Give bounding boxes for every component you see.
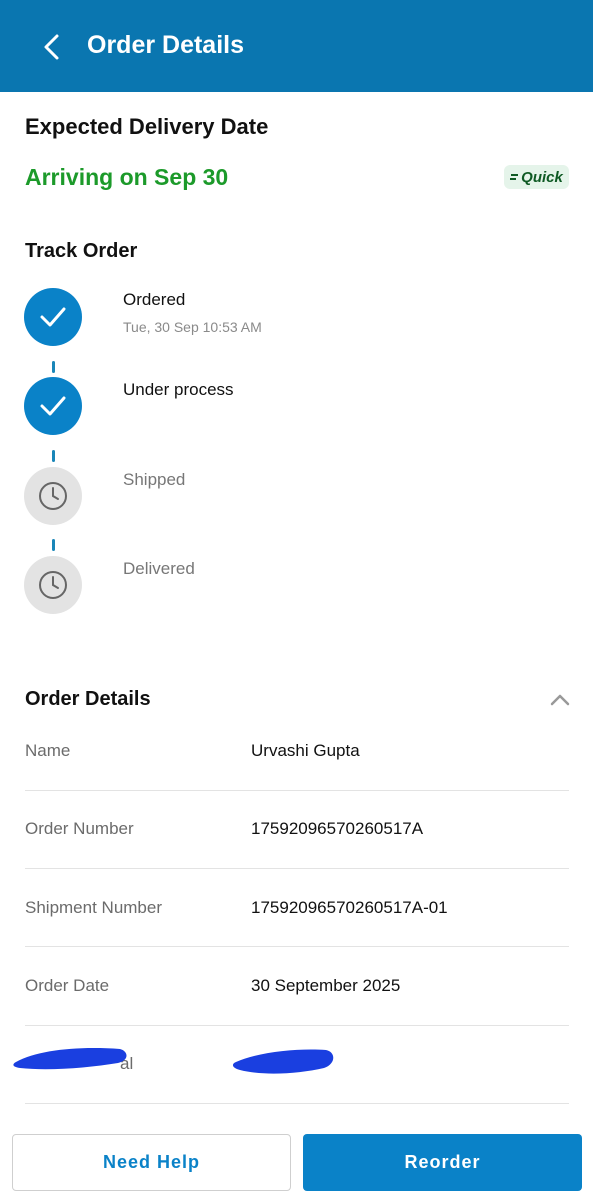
quick-delivery-badge: Quick bbox=[504, 165, 569, 189]
name-value: Urvashi Gupta bbox=[251, 741, 360, 760]
back-button[interactable] bbox=[38, 30, 68, 64]
check-icon bbox=[40, 307, 66, 327]
step-connector bbox=[52, 450, 55, 462]
track-order-heading: Track Order bbox=[25, 240, 138, 262]
step-shipped-label: Shipped bbox=[123, 470, 186, 489]
step-connector bbox=[52, 539, 55, 551]
name-label: Name bbox=[25, 741, 71, 760]
step-under-process-label: Under process bbox=[123, 380, 234, 399]
row-divider bbox=[25, 790, 569, 791]
check-icon bbox=[40, 396, 66, 416]
shipment-number-value: 17592096570260517A-01 bbox=[251, 898, 448, 917]
need-help-button[interactable]: Need Help bbox=[12, 1134, 291, 1191]
clock-icon bbox=[39, 571, 67, 599]
order-date-label: Order Date bbox=[25, 976, 110, 995]
step-ordered-indicator bbox=[24, 288, 82, 346]
shipment-number-label: Shipment Number bbox=[25, 898, 163, 917]
order-date-value: 30 September 2025 bbox=[251, 976, 401, 995]
step-under-process-indicator bbox=[24, 377, 82, 435]
expected-delivery-heading: Expected Delivery Date bbox=[25, 114, 269, 139]
quick-badge-label: Quick bbox=[521, 168, 563, 186]
step-shipped-indicator bbox=[24, 467, 82, 525]
reorder-button[interactable]: Reorder bbox=[303, 1134, 582, 1191]
step-ordered-label: Ordered bbox=[123, 290, 186, 309]
step-delivered-indicator bbox=[24, 556, 82, 614]
order-details-heading: Order Details bbox=[25, 688, 151, 710]
clock-icon bbox=[39, 482, 67, 510]
step-ordered-time: Tue, 30 Sep 10:53 AM bbox=[123, 319, 262, 335]
order-number-label: Order Number bbox=[25, 819, 134, 838]
redaction-scribble bbox=[232, 1049, 334, 1074]
speed-lines-icon bbox=[510, 174, 519, 180]
step-delivered-label: Delivered bbox=[123, 559, 195, 578]
step-connector bbox=[52, 361, 55, 373]
page-title: Order Details bbox=[87, 31, 245, 59]
row-divider bbox=[25, 1103, 569, 1104]
order-number-value: 17592096570260517A bbox=[251, 819, 424, 838]
chevron-left-icon bbox=[44, 34, 59, 60]
arriving-date: Arriving on Sep 30 bbox=[25, 164, 229, 190]
row-divider bbox=[25, 868, 569, 869]
app-header: Order Details bbox=[0, 0, 593, 92]
redaction-scribble bbox=[13, 1048, 127, 1070]
row-divider bbox=[25, 946, 569, 947]
chevron-up-icon bbox=[550, 694, 570, 706]
collapse-order-details-button[interactable] bbox=[548, 690, 572, 708]
row-divider bbox=[25, 1025, 569, 1026]
